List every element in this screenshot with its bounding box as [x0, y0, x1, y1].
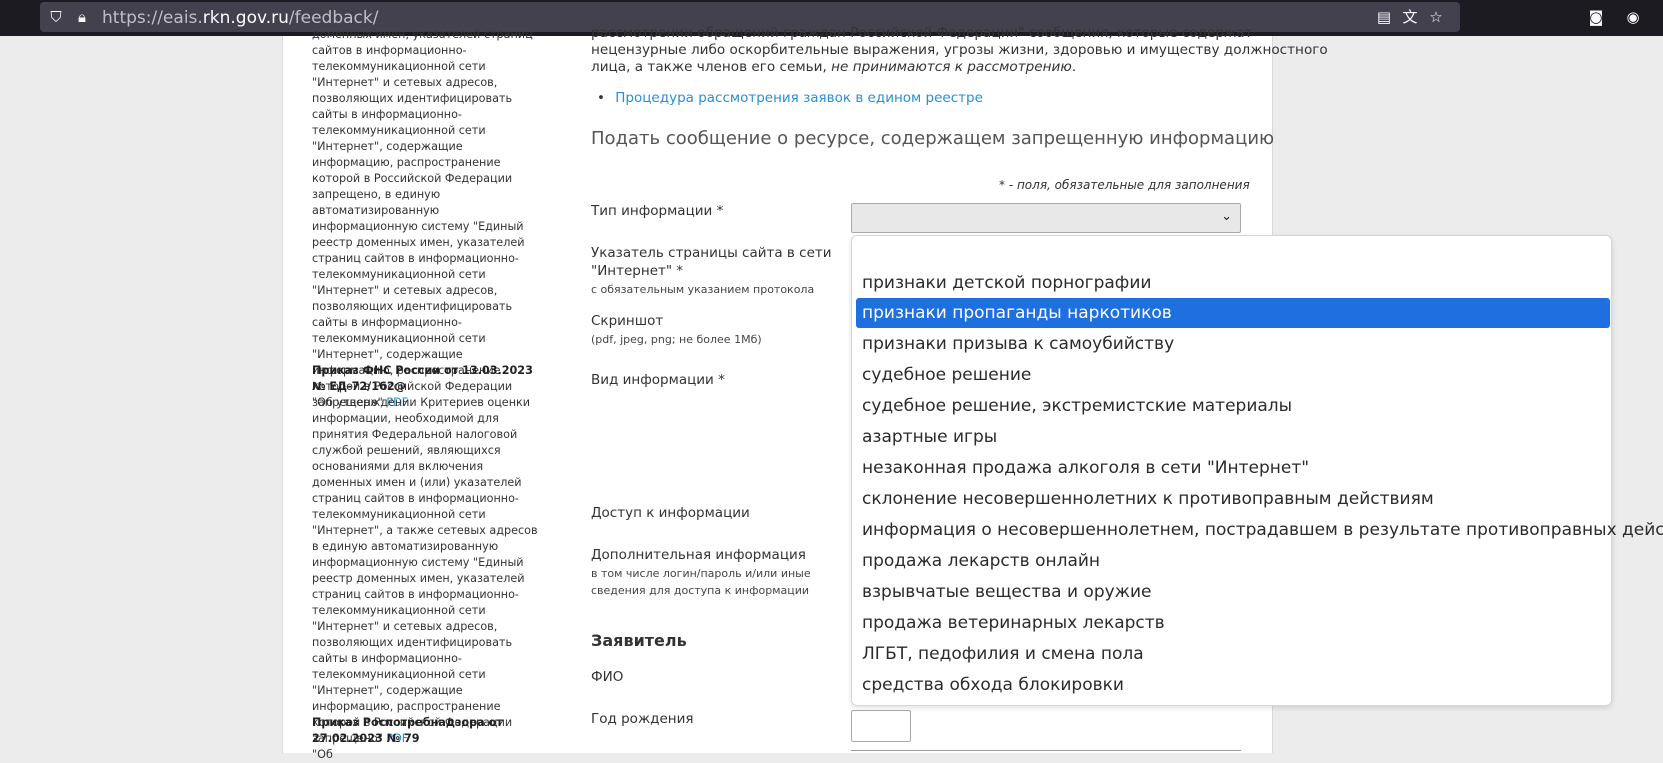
dropdown-option[interactable]: ЛГБТ, педофилия и смена пола [856, 639, 1610, 669]
required-note: * - поля, обязательные для заполнения [999, 178, 1250, 192]
tracking-protection-shield-icon[interactable]: ⛉ [46, 7, 66, 27]
sidebar-doc-title: Приказ ФНС России от 13.03.2023 № ЕД-72/… [312, 364, 533, 393]
dropdown-option[interactable]: признаки детской порнографии [856, 268, 1610, 298]
intro-line: рассмотрении обращений граждан Российско… [591, 25, 1253, 41]
dropdown-option[interactable]: продажа ветеринарных лекарств [856, 608, 1610, 638]
info-kind-label: Вид информации * [591, 372, 725, 388]
form-title: Подать сообщение о ресурсе, содержащем з… [591, 128, 1275, 149]
lock-icon[interactable]: 🔒︎ [72, 7, 92, 27]
procedure-list-item: • Процедура рассмотрения заявок в едином… [597, 89, 983, 107]
procedure-link[interactable]: Процедура рассмотрения заявок в едином р… [615, 90, 983, 106]
sidebar-doc-text: доменных имен, указателей страниц сайтов… [312, 28, 533, 409]
sidebar-document-3: Приказ Роспотребнадзора от 27.02.2023 № … [312, 715, 546, 763]
info-type-dropdown-list[interactable]: признаки детской порнографии признаки про… [851, 235, 1663, 706]
url-label: Указатель страницы сайта в сети "Интерне… [591, 245, 832, 279]
url-text[interactable]: https://eais.rkn.gov.ru/feedback/ [102, 8, 378, 28]
account-icon[interactable]: ◉ [1622, 7, 1644, 27]
info-type-label: Тип информации * [591, 203, 724, 219]
sidebar-doc-text: "Об утверждении Критериев оценки информа… [312, 396, 538, 745]
translate-icon[interactable]: 文 [1400, 7, 1420, 27]
dropdown-option[interactable]: информация о несовершеннолетнем, пострад… [856, 515, 1663, 545]
chevron-down-icon: ⌄ [1221, 209, 1232, 224]
dropdown-option[interactable]: склонение несовершеннолетних к противопр… [856, 484, 1610, 514]
intro-text: рассмотрении обращений граждан Российско… [591, 25, 1328, 76]
intro-line: лица, а также членов его семьи, не прини… [591, 59, 1077, 75]
next-field-edge [851, 750, 1241, 751]
dropdown-option[interactable]: взрывчатые вещества и оружие [856, 577, 1610, 607]
applicant-heading: Заявитель [591, 631, 687, 650]
dropdown-option[interactable]: судебное решение [856, 360, 1610, 390]
dropdown-option[interactable]: азартные игры [856, 422, 1610, 452]
dropdown-option[interactable]: незаконная продажа алкоголя в сети "Инте… [856, 453, 1610, 483]
reader-view-icon[interactable]: ▤ [1374, 7, 1394, 27]
dropdown-option[interactable]: средства обхода блокировки [856, 670, 1610, 700]
dropdown-option[interactable]: признаки призыва к самоубийству [856, 329, 1610, 359]
sidebar-document-1: доменных имен, указателей страниц сайтов… [312, 27, 546, 411]
access-label: Доступ к информации [591, 505, 750, 521]
fio-label: ФИО [591, 669, 624, 685]
sidebar-doc-title: Приказ Роспотребнадзора от 27.02.2023 № … [312, 716, 503, 745]
dropdown-option[interactable]: продажа лекарств онлайн [856, 546, 1610, 576]
info-type-select[interactable]: ⌄ [851, 203, 1241, 233]
extra-info-sublabel: в том числе логин/пароль и/или иные свед… [591, 567, 811, 597]
screenshot-label: Скриншот [591, 313, 664, 329]
url-sublabel: с обязательным указанием протокола [591, 283, 815, 296]
birth-year-input[interactable] [851, 710, 911, 742]
birth-year-label: Год рождения [591, 711, 694, 727]
sidebar-document-2: Приказ ФНС России от 13.03.2023 № ЕД-72/… [312, 363, 546, 747]
dropdown-option[interactable]: судебное решение, экстремистские материа… [856, 391, 1610, 421]
sidebar-doc-text: "Об [312, 748, 333, 761]
dropdown-option-empty[interactable] [856, 237, 1610, 267]
bookmark-star-icon[interactable]: ☆ [1426, 7, 1446, 27]
bullet: • [597, 90, 605, 106]
dropdown-option[interactable]: признаки пропаганды наркотиков [856, 298, 1610, 328]
extra-info-label: Дополнительная информация [591, 547, 806, 563]
pocket-icon[interactable]: ◙ [1585, 7, 1607, 27]
intro-line: нецензурные либо оскорбительные выражени… [591, 42, 1328, 58]
screenshot-sublabel: (pdf, jpeg, png; не более 1Мб) [591, 333, 762, 346]
